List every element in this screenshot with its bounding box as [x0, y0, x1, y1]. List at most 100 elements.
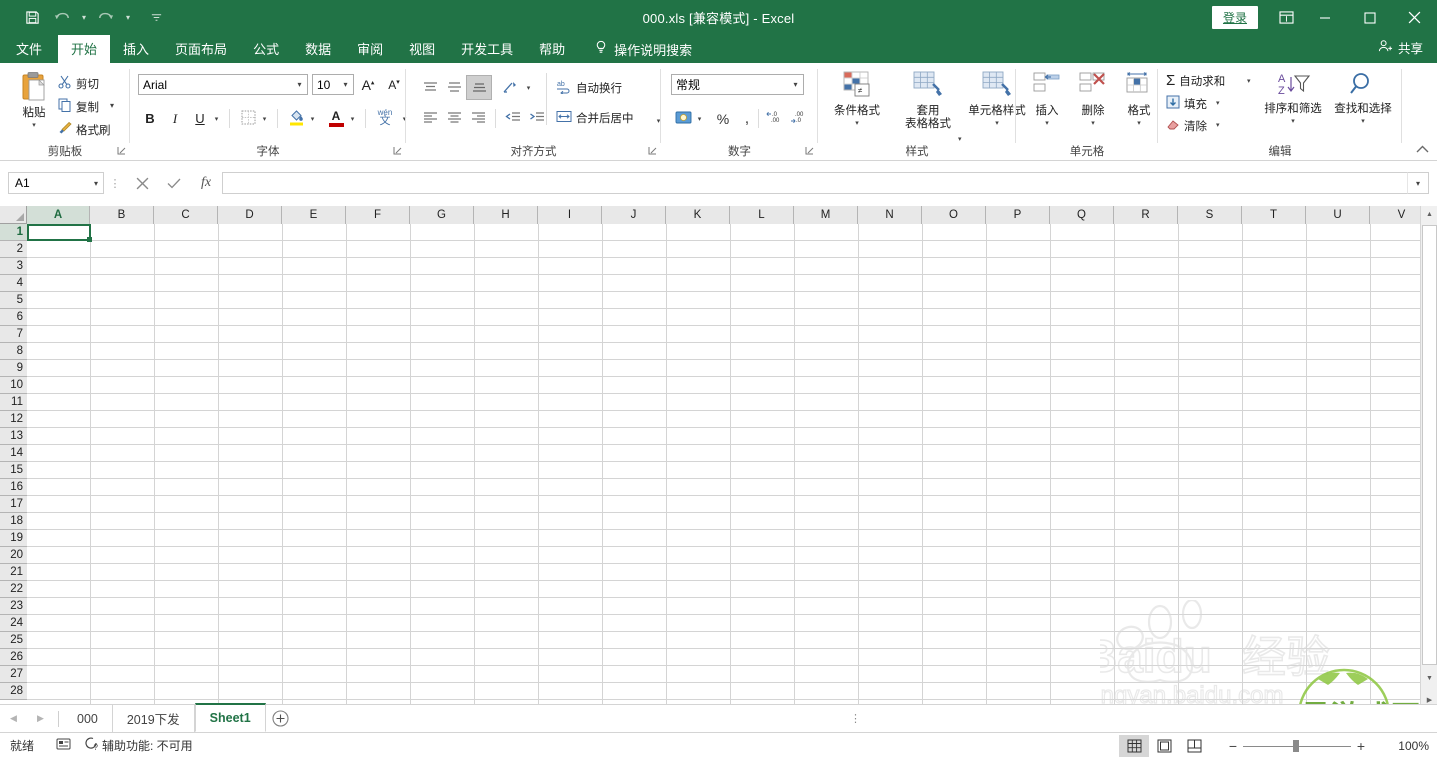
delete-cells-button[interactable]: 删除 ▾: [1072, 71, 1114, 130]
tab-review[interactable]: 审阅: [344, 35, 396, 63]
tab-page-layout[interactable]: 页面布局: [162, 35, 240, 63]
undo-icon[interactable]: [48, 5, 76, 31]
column-header-e[interactable]: E: [282, 206, 346, 224]
maximize-icon[interactable]: [1347, 0, 1392, 35]
font-color-dropdown-icon[interactable]: ▾: [346, 107, 359, 130]
phonetic-guide-button[interactable]: wén 文: [372, 105, 398, 128]
clear-dropdown-icon[interactable]: ▾: [1216, 121, 1220, 129]
align-right-button[interactable]: [466, 106, 490, 129]
align-middle-button[interactable]: [442, 76, 466, 99]
row-header-16[interactable]: 16: [0, 479, 27, 496]
increase-decimal-button[interactable]: .0.00: [764, 107, 788, 130]
row-header-12[interactable]: 12: [0, 411, 27, 428]
wrap-text-button[interactable]: ab 自动换行: [556, 79, 622, 97]
page-break-view-icon[interactable]: [1179, 735, 1209, 757]
tab-help[interactable]: 帮助: [526, 35, 578, 63]
row-header-4[interactable]: 4: [0, 275, 27, 292]
font-dialog-launcher[interactable]: [391, 146, 403, 158]
row-header-9[interactable]: 9: [0, 360, 27, 377]
prev-sheet-icon[interactable]: ◀: [0, 706, 27, 732]
zoom-control[interactable]: − +: [1223, 738, 1371, 754]
row-header-14[interactable]: 14: [0, 445, 27, 462]
zoom-in-button[interactable]: +: [1351, 738, 1371, 754]
formula-input[interactable]: [222, 172, 1407, 194]
row-header-15[interactable]: 15: [0, 462, 27, 479]
text-orientation-button[interactable]: [498, 76, 522, 99]
active-cell-a1[interactable]: [27, 224, 92, 242]
font-name-dropdown-icon[interactable]: ▾: [292, 80, 307, 89]
copy-button[interactable]: 复制: [58, 98, 99, 115]
font-size-dropdown-icon[interactable]: ▾: [338, 80, 353, 89]
underline-dropdown-icon[interactable]: ▾: [210, 107, 223, 130]
customize-qat-icon[interactable]: [142, 5, 170, 31]
fill-dropdown-icon[interactable]: ▾: [1216, 99, 1220, 107]
decrease-decimal-button[interactable]: .00.0: [788, 107, 812, 130]
conditional-formatting-button[interactable]: ≠ 条件格式 ▾: [826, 71, 888, 130]
column-header-f[interactable]: F: [346, 206, 410, 224]
column-header-d[interactable]: D: [218, 206, 282, 224]
row-header-25[interactable]: 25: [0, 632, 27, 649]
autosum-dropdown-icon[interactable]: ▾: [1247, 77, 1251, 85]
row-header-28[interactable]: 28: [0, 683, 27, 700]
zoom-slider-thumb[interactable]: [1293, 739, 1299, 752]
percent-style-button[interactable]: %: [711, 107, 735, 130]
row-header-2[interactable]: 2: [0, 241, 27, 258]
ribbon-display-options-icon[interactable]: [1270, 6, 1302, 30]
column-header-c[interactable]: C: [154, 206, 218, 224]
text-orientation-dropdown-icon[interactable]: ▾: [522, 76, 535, 99]
sheet-tab-overflow-icon[interactable]: ⋮: [850, 712, 861, 725]
save-icon[interactable]: [18, 5, 46, 31]
find-select-button[interactable]: 查找和选择 ▾: [1328, 71, 1398, 128]
borders-dropdown-icon[interactable]: ▾: [258, 107, 271, 130]
tab-developer[interactable]: 开发工具: [448, 35, 526, 63]
column-header-m[interactable]: M: [794, 206, 858, 224]
format-as-table-button[interactable]: 套用 表格格式: [896, 71, 960, 131]
tab-file[interactable]: 文件: [0, 35, 58, 63]
decrease-indent-button[interactable]: [501, 106, 525, 129]
sheet-tab-2019[interactable]: 2019下发: [113, 705, 195, 732]
name-box-dropdown-icon[interactable]: ▾: [94, 179, 98, 188]
italic-button[interactable]: I: [163, 107, 187, 130]
row-header-5[interactable]: 5: [0, 292, 27, 309]
row-header-20[interactable]: 20: [0, 547, 27, 564]
add-sheet-icon[interactable]: [266, 706, 296, 732]
increase-font-size-button[interactable]: A▴: [356, 73, 380, 96]
record-macro-icon[interactable]: [56, 737, 71, 754]
column-header-p[interactable]: P: [986, 206, 1050, 224]
sort-filter-dropdown-icon[interactable]: ▾: [1291, 115, 1295, 128]
vertical-scrollbar[interactable]: ▲ ▼ ▶: [1420, 206, 1437, 708]
row-header-23[interactable]: 23: [0, 598, 27, 615]
zoom-slider[interactable]: [1243, 738, 1351, 754]
scroll-down-icon[interactable]: ▼: [1421, 670, 1437, 687]
column-header-b[interactable]: B: [90, 206, 154, 224]
number-dialog-launcher[interactable]: [803, 146, 815, 158]
clipboard-dialog-launcher[interactable]: [115, 146, 127, 158]
normal-view-icon[interactable]: [1119, 734, 1149, 757]
redo-dropdown-icon[interactable]: ▾: [122, 13, 134, 22]
tab-home[interactable]: 开始: [58, 35, 111, 63]
sign-in-button[interactable]: 登录: [1211, 6, 1258, 29]
cell-styles-dropdown-icon[interactable]: ▾: [995, 117, 999, 130]
column-header-t[interactable]: T: [1242, 206, 1306, 224]
align-bottom-button[interactable]: [466, 75, 492, 100]
merge-center-button[interactable]: 合并后居中: [556, 109, 634, 127]
column-header-a[interactable]: A: [27, 206, 90, 224]
accounting-dropdown-icon[interactable]: ▾: [693, 107, 706, 130]
cell-area[interactable]: [27, 224, 1437, 708]
close-icon[interactable]: [1392, 0, 1437, 35]
align-top-button[interactable]: [418, 76, 442, 99]
sort-filter-button[interactable]: A Z 排序和筛选 ▾: [1258, 71, 1328, 128]
copy-dropdown-icon[interactable]: ▾: [110, 101, 114, 110]
row-header-21[interactable]: 21: [0, 564, 27, 581]
alignment-dialog-launcher[interactable]: [646, 146, 658, 158]
fill-handle[interactable]: [87, 237, 92, 242]
column-header-u[interactable]: U: [1306, 206, 1370, 224]
row-header-13[interactable]: 13: [0, 428, 27, 445]
align-center-button[interactable]: [442, 106, 466, 129]
tab-data[interactable]: 数据: [292, 35, 344, 63]
column-header-j[interactable]: J: [602, 206, 666, 224]
tell-me-search[interactable]: 操作说明搜索: [578, 35, 692, 63]
page-layout-view-icon[interactable]: [1149, 735, 1179, 757]
tab-view[interactable]: 视图: [396, 35, 448, 63]
paste-button[interactable]: 粘贴 ▾: [12, 71, 56, 132]
